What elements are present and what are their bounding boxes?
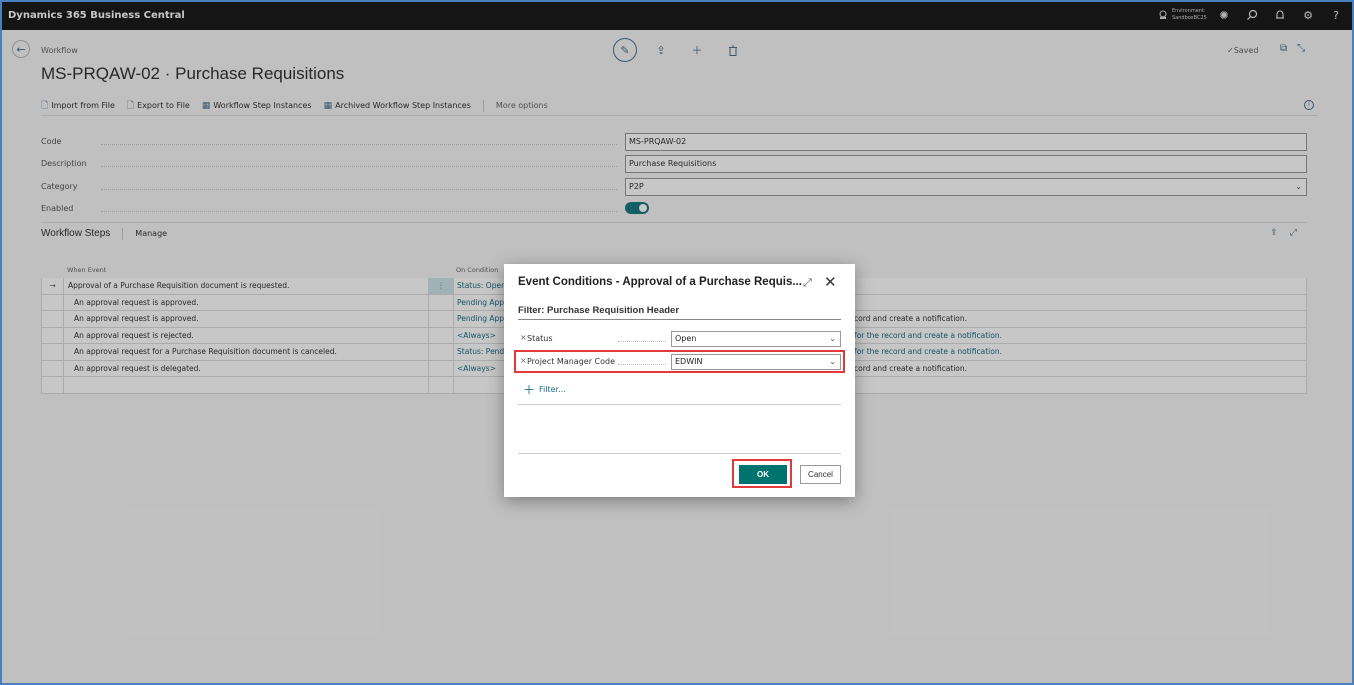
dotted-leader xyxy=(618,364,666,365)
remove-filter-icon[interactable]: × xyxy=(520,356,527,365)
cancel-button[interactable]: Cancel xyxy=(800,465,841,484)
filter-value: Open xyxy=(675,334,697,343)
add-filter-label: Filter... xyxy=(539,385,566,394)
divider xyxy=(518,404,841,405)
status-filter-select[interactable]: Open ⌄ xyxy=(671,331,841,347)
filter-row-project-manager: × Project Manager Code EDWIN ⌄ xyxy=(518,354,841,370)
divider xyxy=(518,453,841,454)
add-filter-button[interactable]: ＋ Filter... xyxy=(523,381,566,398)
app-window: Dynamics 365 Business Central Environmen… xyxy=(0,0,1354,685)
filter-row-status: × Status Open ⌄ xyxy=(518,331,841,347)
event-conditions-dialog: Event Conditions - Approval of a Purchas… xyxy=(504,264,855,497)
project-manager-filter-select[interactable]: EDWIN ⌄ xyxy=(671,354,841,370)
plus-icon: ＋ xyxy=(523,383,536,397)
dialog-title: Event Conditions - Approval of a Purchas… xyxy=(518,276,802,288)
divider xyxy=(518,319,841,320)
chevron-down-icon: ⌄ xyxy=(829,357,836,366)
filter-label: Project Manager Code xyxy=(527,357,616,366)
filter-label: Status xyxy=(527,334,553,343)
remove-filter-icon[interactable]: × xyxy=(520,333,527,342)
ok-button[interactable]: OK xyxy=(739,465,787,484)
chevron-down-icon: ⌄ xyxy=(829,334,836,343)
expand-icon[interactable]: ⤢ xyxy=(803,276,812,290)
close-icon[interactable]: ✕ xyxy=(824,273,837,291)
filter-value: EDWIN xyxy=(675,357,703,366)
dotted-leader xyxy=(618,341,666,342)
dialog-subtitle: Filter: Purchase Requisition Header xyxy=(518,305,680,316)
